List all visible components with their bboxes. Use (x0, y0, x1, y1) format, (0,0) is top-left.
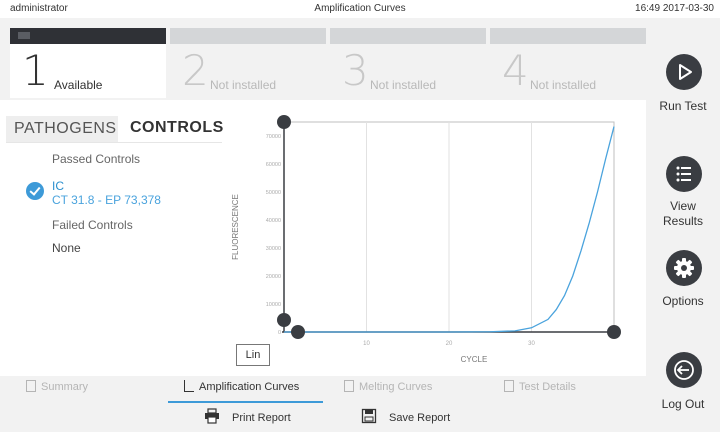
y-tick-label: 60000 (266, 162, 281, 168)
y-axis-label: FLUORESCENCE (231, 194, 240, 260)
log-out-label[interactable]: Log Out (646, 397, 720, 412)
screen-title: Amplification Curves (314, 3, 406, 14)
tab-label: Melting Curves (359, 381, 433, 393)
view-results-button[interactable] (666, 156, 702, 192)
failed-controls-value: None (52, 241, 81, 255)
module-number: 1 (22, 46, 49, 95)
tab-amplification-curves[interactable]: Amplification Curves (184, 380, 299, 400)
y-tick-label: 20000 (266, 274, 281, 280)
y-min-handle (277, 313, 291, 327)
datetime: 16:49 2017-03-30 (635, 3, 714, 14)
gear-icon (674, 258, 694, 278)
tab-divider (6, 142, 222, 143)
document-icon (26, 380, 36, 392)
tab-label: Amplification Curves (199, 381, 300, 393)
tab-summary[interactable]: Summary (26, 380, 88, 400)
module-tab-1[interactable]: 1 Available (10, 28, 166, 98)
x-axis-label: CYCLE (461, 355, 488, 364)
module-number: 2 (182, 46, 209, 95)
y-tick-label: 10000 (266, 302, 281, 308)
y-tick-label: 30000 (266, 246, 281, 252)
module-status-strip (170, 28, 326, 44)
print-report-button[interactable]: Print Report (205, 408, 291, 424)
tab-label: Test Details (519, 381, 576, 393)
view-results-label[interactable]: View Results (646, 199, 720, 229)
log-out-button[interactable] (666, 352, 702, 388)
chart-svg: 10 20 30 70000 60000 50000 40000 30000 20000 1000… (231, 115, 621, 364)
save-report-button[interactable]: Save Report (361, 408, 451, 424)
tab-controls[interactable]: CONTROLS (118, 112, 223, 142)
x-tick-label: 10 (363, 341, 370, 347)
module-number: 4 (502, 46, 529, 95)
peak-icon (344, 380, 354, 392)
logout-icon (674, 360, 694, 380)
list-icon (676, 166, 691, 182)
failed-controls-heading: Failed Controls (52, 218, 133, 232)
tab-test-details[interactable]: Test Details (504, 380, 576, 400)
control-name[interactable]: IC (52, 179, 64, 193)
y-tick-label: 40000 (266, 218, 281, 224)
options-label[interactable]: Options (646, 294, 720, 309)
module-timer-tag (18, 32, 30, 39)
module-status-strip (330, 28, 486, 44)
x-min-handle (291, 325, 305, 339)
module-tab-3[interactable]: 3 Not installed (330, 28, 486, 98)
module-tab-2[interactable]: 2 Not installed (170, 28, 326, 98)
y-max-handle (277, 115, 291, 129)
amplification-chart[interactable]: 10 20 30 70000 60000 50000 40000 30000 20000 1000… (226, 104, 636, 376)
module-status: Not installed (530, 78, 597, 92)
module-status: Not installed (210, 78, 277, 92)
play-icon (679, 64, 692, 80)
module-status-strip (490, 28, 646, 44)
tab-melting-curves[interactable]: Melting Curves (344, 380, 432, 400)
top-bar: administrator Amplification Curves 16:49… (0, 0, 720, 18)
passed-controls-heading: Passed Controls (52, 152, 141, 166)
check-icon (26, 182, 44, 200)
y-tick-label: 50000 (266, 190, 281, 196)
view-results-label-line2: Results (662, 214, 703, 228)
save-report-label: Save Report (389, 412, 451, 424)
x-max-handle (607, 325, 621, 339)
scale-toggle-button[interactable]: Lin (236, 344, 270, 366)
action-bar (0, 403, 646, 432)
y-tick-label: 70000 (266, 134, 281, 140)
y-tick-label: 0 (278, 330, 281, 336)
print-report-label: Print Report (232, 412, 291, 424)
options-button[interactable] (666, 250, 702, 286)
module-status: Available (54, 78, 103, 92)
module-number: 3 (342, 46, 369, 95)
control-detail[interactable]: CT 31.8 - EP 73,378 (52, 193, 161, 207)
module-status: Not installed (370, 78, 437, 92)
save-icon (361, 408, 377, 424)
run-test-button[interactable] (666, 54, 702, 90)
tab-pathogens[interactable]: PATHOGENS (6, 116, 118, 142)
x-tick-label: 30 (528, 341, 535, 347)
module-tab-4[interactable]: 4 Not installed (490, 28, 646, 98)
curve-icon (184, 380, 194, 392)
run-test-label[interactable]: Run Test (646, 99, 720, 114)
document-icon (504, 380, 514, 392)
x-tick-label: 20 (446, 341, 453, 347)
tab-label: Summary (41, 381, 89, 393)
module-status-strip (10, 28, 166, 44)
view-results-label-line1: View (670, 199, 696, 213)
printer-icon (205, 408, 219, 424)
